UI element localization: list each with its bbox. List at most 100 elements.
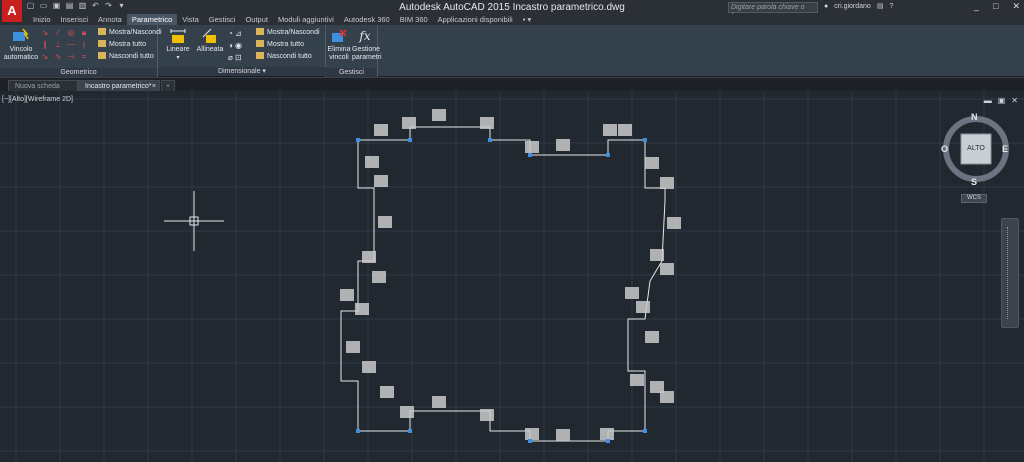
linear-dropdown-icon[interactable]: ▾ bbox=[164, 54, 192, 62]
delete-constraints-icon bbox=[332, 29, 347, 42]
save-icon[interactable]: ▣ bbox=[52, 1, 61, 11]
aligned-button[interactable]: Allineata bbox=[194, 28, 226, 54]
title-bar: ▢ ▭ ▣ ▤ ▥ ↶ ↷ ▾ Autodesk AutoCAD 2015 In… bbox=[0, 0, 1024, 20]
panel-title-dimensionale[interactable]: Dimensionale ▾ bbox=[158, 67, 326, 76]
geo-hide-all-label: Nascondi tutto bbox=[109, 53, 154, 60]
fix-icon[interactable]: 🔒︎ bbox=[79, 28, 89, 38]
navigation-bar[interactable] bbox=[1001, 218, 1019, 328]
geo-show-all-button[interactable]: Mostra tutto bbox=[98, 40, 146, 49]
auto-constraint-button[interactable]: Vincolo automatico bbox=[3, 28, 39, 62]
viewport-restore-icon[interactable]: ▣ bbox=[998, 96, 1006, 105]
constraint-glyph bbox=[660, 177, 674, 189]
constraint-glyph bbox=[645, 331, 659, 343]
compass-south[interactable]: S bbox=[971, 177, 977, 187]
ribbon-tab-8[interactable]: Autodesk 360 bbox=[339, 14, 395, 25]
constraint-glyph bbox=[645, 157, 659, 169]
constraint-glyph bbox=[600, 428, 614, 440]
compass-west[interactable]: O bbox=[941, 144, 948, 154]
dim-show-hide-button[interactable]: Mostra/Nascondi bbox=[256, 28, 320, 37]
diameter-dim-icon[interactable]: ⌀ ⊡ bbox=[228, 52, 250, 64]
geo-show-hide-button[interactable]: Mostra/Nascondi bbox=[98, 28, 162, 37]
ribbon-tab-0[interactable]: Inizio bbox=[28, 14, 56, 25]
grip-point bbox=[408, 138, 412, 142]
grip-point bbox=[488, 138, 492, 142]
help-icon[interactable]: ? bbox=[889, 3, 893, 10]
angular-dim-icon[interactable]: ◔ ⊿ bbox=[228, 28, 250, 40]
panel-title-geometrico[interactable]: Geometrico bbox=[0, 68, 157, 77]
print-icon[interactable]: ▥ bbox=[78, 1, 87, 11]
constraint-glyph bbox=[556, 429, 570, 441]
quick-access-toolbar: ▢ ▭ ▣ ▤ ▥ ↶ ↷ ▾ bbox=[26, 1, 126, 11]
constraint-glyph bbox=[525, 428, 539, 440]
ribbon-tab-10[interactable]: Applicazioni disponibili bbox=[433, 14, 518, 25]
compass-east[interactable]: E bbox=[1002, 144, 1008, 154]
aligned-label: Allineata bbox=[196, 46, 224, 53]
collinear-icon[interactable]: ⁄ bbox=[53, 28, 63, 37]
symmetric-icon[interactable]: ⊣ bbox=[66, 52, 76, 61]
geo-hide-all-button[interactable]: Nascondi tutto bbox=[98, 52, 154, 61]
dropdown-icon[interactable]: ▾ bbox=[117, 1, 126, 11]
saveas-icon[interactable]: ▤ bbox=[65, 1, 74, 11]
file-tab-new[interactable]: Nuova scheda bbox=[8, 80, 78, 91]
smooth-icon[interactable]: ∿ bbox=[53, 52, 63, 61]
navbar-tools[interactable] bbox=[1007, 227, 1014, 319]
grip-point bbox=[356, 429, 360, 433]
viewcube-top-face[interactable]: ALTO bbox=[961, 145, 991, 152]
ribbon-tab-5[interactable]: Gestisci bbox=[204, 14, 241, 25]
dim-show-all-label: Mostra tutto bbox=[267, 41, 304, 48]
perpendicular-icon[interactable]: ⊥ bbox=[53, 40, 63, 49]
ribbon-tab-6[interactable]: Output bbox=[240, 14, 273, 25]
constraint-glyph bbox=[355, 303, 369, 315]
cart-icon[interactable]: ▤ bbox=[877, 2, 884, 10]
viewcube[interactable]: ALTO N S E O bbox=[938, 111, 1014, 207]
grip-point bbox=[606, 439, 610, 443]
radius-dim-icon[interactable]: ◑ ◉ bbox=[228, 40, 250, 52]
equal-icon[interactable]: = bbox=[79, 52, 89, 61]
undo-icon[interactable]: ↶ bbox=[91, 1, 100, 11]
param-manager-button[interactable]: fx Gestione parametri bbox=[352, 28, 382, 62]
maximize-button[interactable]: □ bbox=[993, 1, 998, 12]
constraint-glyph bbox=[346, 341, 360, 353]
ribbon-tab-options-icon[interactable]: ▪ ▾ bbox=[518, 14, 537, 25]
delete-constraints-button[interactable]: Elimina vincoli bbox=[326, 28, 352, 62]
ribbon-tab-2[interactable]: Annota bbox=[93, 14, 127, 25]
constraint-glyph bbox=[667, 217, 681, 229]
dimension-type-icons: ◔ ⊿ ◑ ◉ ⌀ ⊡ bbox=[228, 28, 250, 64]
viewport-minimize-icon[interactable]: ▬ bbox=[984, 96, 992, 105]
viewport-controls-label[interactable]: [−][Alto][Wireframe 2D] bbox=[2, 96, 73, 103]
parallel-icon[interactable]: ∥ bbox=[40, 40, 50, 49]
wcs-menu[interactable]: WCS bbox=[961, 194, 987, 203]
ribbon-tab-4[interactable]: Vista bbox=[177, 14, 204, 25]
drawing-viewport[interactable]: [−][Alto][Wireframe 2D] ▬ ▣ ✕ ALTO N S E… bbox=[0, 91, 1024, 462]
user-area[interactable]: ● cri.giordano ▤ ? bbox=[824, 2, 893, 11]
linear-button[interactable]: Lineare ▾ bbox=[164, 28, 192, 62]
horizontal-icon[interactable]: — bbox=[66, 40, 76, 49]
open-icon[interactable]: ▭ bbox=[39, 1, 48, 11]
coincident-icon[interactable]: ↘ bbox=[40, 28, 50, 37]
dim-show-all-button[interactable]: Mostra tutto bbox=[256, 40, 304, 49]
tangent-icon[interactable]: ↘ bbox=[40, 52, 50, 61]
constraint-glyph bbox=[480, 117, 494, 129]
redo-icon[interactable]: ↷ bbox=[104, 1, 113, 11]
concentric-icon[interactable]: ◎ bbox=[66, 28, 76, 37]
compass-north[interactable]: N bbox=[971, 112, 978, 122]
add-tab-button[interactable]: + bbox=[161, 80, 175, 91]
ribbon-tab-3[interactable]: Parametrico bbox=[126, 14, 178, 25]
new-icon[interactable]: ▢ bbox=[26, 1, 35, 11]
autocad-logo[interactable]: A bbox=[2, 0, 22, 22]
file-tab-current[interactable]: Incastro parametrico* × bbox=[78, 80, 160, 91]
vertical-icon[interactable]: | bbox=[79, 40, 89, 49]
close-button[interactable]: ✕ bbox=[1012, 1, 1020, 12]
search-input[interactable]: Digitare parola chiave o frase bbox=[728, 2, 818, 20]
drawing-canvas[interactable] bbox=[0, 91, 1024, 462]
constraint-glyph bbox=[660, 391, 674, 403]
viewport-close-icon[interactable]: ✕ bbox=[1011, 96, 1018, 105]
ribbon-tab-9[interactable]: BIM 360 bbox=[395, 14, 433, 25]
ribbon-tab-7[interactable]: Moduli aggiuntivi bbox=[273, 14, 339, 25]
delete-constraints-label: Elimina vincoli bbox=[327, 46, 351, 61]
ribbon-tab-1[interactable]: Inserisci bbox=[56, 14, 94, 25]
dim-hide-all-button[interactable]: Nascondi tutto bbox=[256, 52, 312, 61]
constraint-glyph bbox=[400, 406, 414, 418]
minimize-button[interactable]: _ bbox=[974, 1, 979, 12]
panel-title-gestisci[interactable]: Gestisci bbox=[326, 68, 377, 77]
